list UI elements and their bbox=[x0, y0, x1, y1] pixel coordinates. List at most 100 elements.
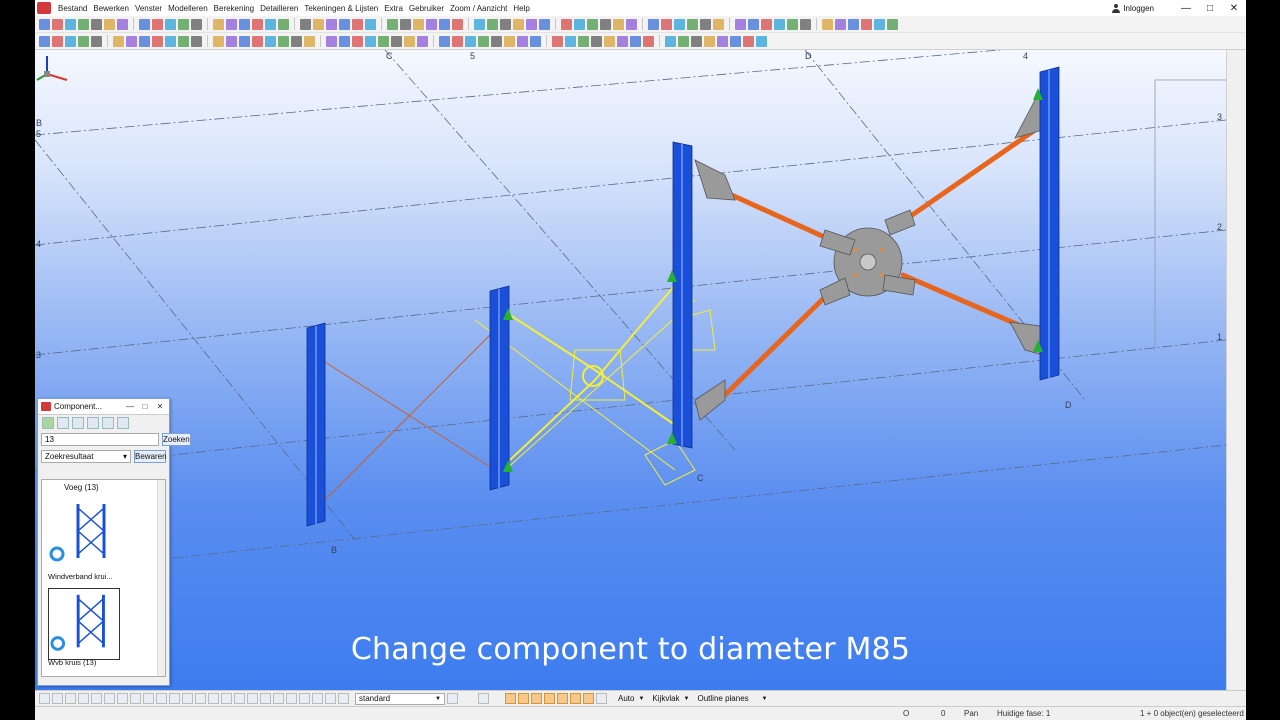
menu-detailleren[interactable]: Detailleren bbox=[257, 4, 301, 13]
toolbar-tool-icon[interactable] bbox=[465, 35, 476, 47]
toolbar-tool-icon[interactable] bbox=[704, 35, 715, 47]
toolbar-tool-icon[interactable] bbox=[387, 18, 398, 30]
toolbar-tool-icon[interactable] bbox=[252, 18, 263, 30]
result-item-windverband[interactable] bbox=[48, 498, 120, 570]
toolbar-tool-icon[interactable] bbox=[748, 18, 759, 30]
toolbar-tool-icon[interactable] bbox=[352, 35, 363, 47]
toolbar-tool-icon[interactable] bbox=[756, 35, 767, 47]
select-load-icon[interactable] bbox=[260, 693, 271, 704]
snap-mid-icon[interactable] bbox=[531, 693, 542, 704]
select-bolt-icon[interactable] bbox=[78, 693, 89, 704]
toolbar-tool-icon[interactable] bbox=[278, 18, 289, 30]
toolbar-tool-icon[interactable] bbox=[800, 18, 811, 30]
toolbar-tool-icon[interactable] bbox=[643, 35, 654, 47]
select-rebar-icon[interactable] bbox=[208, 693, 219, 704]
filter-settings-icon[interactable] bbox=[447, 693, 458, 704]
toolbar-tool-icon[interactable] bbox=[213, 35, 224, 47]
toolbar-tool-icon[interactable] bbox=[91, 35, 102, 47]
toolbar-tool-icon[interactable] bbox=[574, 18, 585, 30]
toolbar-tool-icon[interactable] bbox=[687, 18, 698, 30]
menu-modelleren[interactable]: Modelleren bbox=[165, 4, 211, 13]
toolbar-tool-icon[interactable] bbox=[730, 35, 741, 47]
selected-brace[interactable] bbox=[509, 314, 596, 371]
toolbar-tool-icon[interactable] bbox=[52, 35, 63, 47]
component-search-input[interactable] bbox=[41, 433, 159, 446]
toolbar-tool-icon[interactable] bbox=[113, 35, 124, 47]
toolbar-tool-icon[interactable] bbox=[65, 18, 76, 30]
toolbar-tool-icon[interactable] bbox=[339, 18, 350, 30]
snap-perp-icon[interactable] bbox=[557, 693, 568, 704]
toolbar-tool-icon[interactable] bbox=[252, 35, 263, 47]
select-part-icon[interactable] bbox=[52, 693, 63, 704]
toolbar-tool-icon[interactable] bbox=[526, 18, 537, 30]
toolbar-tool-icon[interactable] bbox=[191, 18, 202, 30]
toolbar-tool-icon[interactable] bbox=[648, 18, 659, 30]
gusset-plate[interactable] bbox=[694, 159, 736, 201]
toolbar-tool-icon[interactable] bbox=[365, 18, 376, 30]
toolbar-tool-icon[interactable] bbox=[152, 18, 163, 30]
menu-bewerken[interactable]: Bewerken bbox=[90, 4, 132, 13]
toolbar-tool-icon[interactable] bbox=[787, 18, 798, 30]
menu-zoom-aanzicht[interactable]: Zoom / Aanzicht bbox=[447, 4, 510, 13]
toolbar-tool-icon[interactable] bbox=[239, 35, 250, 47]
toolbar-tool-icon[interactable] bbox=[861, 18, 872, 30]
toolbar-tool-icon[interactable] bbox=[600, 18, 611, 30]
toolbar-tool-icon[interactable] bbox=[265, 35, 276, 47]
toolbar-tool-icon[interactable] bbox=[226, 35, 237, 47]
toolbar-tool-icon[interactable] bbox=[352, 18, 363, 30]
toolbar-tool-icon[interactable] bbox=[565, 35, 576, 47]
select-line-icon[interactable] bbox=[156, 693, 167, 704]
toolbar-tool-icon[interactable] bbox=[452, 18, 463, 30]
save-button[interactable]: Bewaren bbox=[134, 450, 167, 463]
minimize-button[interactable]: — bbox=[1174, 3, 1198, 14]
toolbar-tool-icon[interactable] bbox=[691, 35, 702, 47]
select-component-icon[interactable] bbox=[130, 693, 141, 704]
toolbar-tool-icon[interactable] bbox=[630, 35, 641, 47]
toolbar-tool-icon[interactable] bbox=[439, 35, 450, 47]
toolbar-tool-icon[interactable] bbox=[391, 35, 402, 47]
toolbar-tool-icon[interactable] bbox=[678, 35, 689, 47]
toolbar-tool-icon[interactable] bbox=[626, 18, 637, 30]
close-button[interactable]: ✕ bbox=[1222, 3, 1246, 14]
toolbar-tool-icon[interactable] bbox=[304, 35, 315, 47]
selection-filter-select[interactable]: standard ▼ bbox=[355, 692, 445, 705]
select-cut-icon[interactable] bbox=[234, 693, 245, 704]
toolbar-tool-icon[interactable] bbox=[539, 18, 550, 30]
menu-gebruiker[interactable]: Gebruiker bbox=[406, 4, 447, 13]
toolbar-tool-icon[interactable] bbox=[591, 35, 602, 47]
toolbar-tool-icon[interactable] bbox=[39, 18, 50, 30]
panel-minimize-button[interactable]: — bbox=[124, 402, 136, 411]
select-plane-icon[interactable] bbox=[117, 693, 128, 704]
select-misc-icon[interactable] bbox=[338, 693, 349, 704]
select-reference-icon[interactable] bbox=[182, 693, 193, 704]
filter-icon[interactable] bbox=[117, 417, 129, 429]
toolbar-tool-icon[interactable] bbox=[239, 18, 250, 30]
toolbar-tool-icon[interactable] bbox=[278, 35, 289, 47]
thumbnail-view-icon[interactable] bbox=[87, 417, 99, 429]
select-surface-icon[interactable] bbox=[195, 693, 206, 704]
toolbar-tool-icon[interactable] bbox=[604, 35, 615, 47]
toolbar-tool-icon[interactable] bbox=[326, 35, 337, 47]
toolbar-tool-icon[interactable] bbox=[91, 18, 102, 30]
toolbar-tool-icon[interactable] bbox=[613, 18, 624, 30]
toolbar-tool-icon[interactable] bbox=[178, 35, 189, 47]
toolbar-tool-icon[interactable] bbox=[117, 18, 128, 30]
toolbar-tool-icon[interactable] bbox=[226, 18, 237, 30]
toolbar-tool-icon[interactable] bbox=[530, 35, 541, 47]
toolbar-tool-icon[interactable] bbox=[213, 18, 224, 30]
select-point-icon[interactable] bbox=[143, 693, 154, 704]
select-filter-icon[interactable] bbox=[247, 693, 258, 704]
select-assembly-icon[interactable] bbox=[65, 693, 76, 704]
select-weld-icon[interactable] bbox=[91, 693, 102, 704]
toolbar-tool-icon[interactable] bbox=[474, 18, 485, 30]
toolbar-tool-icon[interactable] bbox=[152, 35, 163, 47]
toolbar-tool-icon[interactable] bbox=[835, 18, 846, 30]
auto-select[interactable]: Auto ▼ bbox=[615, 693, 647, 705]
gusset-plate[interactable] bbox=[884, 209, 916, 236]
menu-help[interactable]: Help bbox=[510, 4, 532, 13]
snap-ortho-icon[interactable] bbox=[596, 693, 607, 704]
select-custom-icon[interactable] bbox=[299, 693, 310, 704]
thin-brace[interactable] bbox=[324, 361, 496, 471]
toolbar-tool-icon[interactable] bbox=[52, 18, 63, 30]
toolbar-tool-icon[interactable] bbox=[700, 18, 711, 30]
